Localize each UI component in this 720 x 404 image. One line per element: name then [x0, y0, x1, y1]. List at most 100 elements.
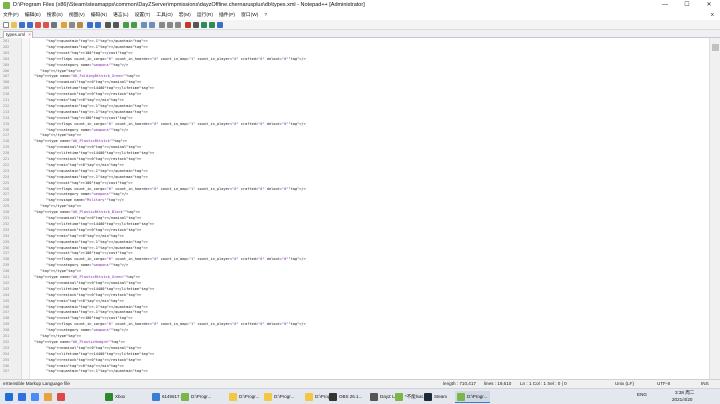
save-icon[interactable]: [19, 22, 25, 28]
sync-vertical-icon[interactable]: [141, 22, 147, 28]
line-number: 230: [3, 210, 10, 215]
taskbar-item[interactable]: Steam: [422, 391, 454, 403]
code-line: "tag"></type"tag">>: [40, 334, 82, 338]
taskbar-item[interactable]: D:\Progr...: [262, 391, 302, 403]
vertical-scrollbar[interactable]: [709, 38, 720, 379]
code-line: "tag"><quantmax"tag">>-1"tag"></quantmax…: [46, 310, 148, 315]
find-icon[interactable]: [105, 22, 111, 28]
taskbar-app-icon: [44, 393, 52, 401]
cut-icon[interactable]: [61, 22, 67, 28]
minimize-button[interactable]: —: [654, 0, 676, 11]
save-macro-icon[interactable]: [217, 22, 223, 28]
line-number: 202: [3, 44, 10, 49]
taskbar-item[interactable]: D:\Progr...: [227, 391, 261, 403]
close-all-icon[interactable]: [43, 22, 49, 28]
print-icon[interactable]: [51, 22, 57, 28]
stop-macro-icon[interactable]: [193, 22, 199, 28]
record-macro-icon[interactable]: [185, 22, 191, 28]
menu-search[interactable]: 搜索(S): [44, 11, 66, 20]
taskbar-item-label: D:\Progr...: [191, 394, 212, 399]
line-number: 242: [3, 280, 10, 285]
menu-window[interactable]: 窗口(W): [238, 11, 261, 20]
menu-plugins[interactable]: 插件(P): [216, 11, 238, 20]
close-button[interactable]: ✕: [698, 0, 720, 11]
open-file-icon[interactable]: [11, 22, 17, 28]
taskbar-item[interactable]: [55, 391, 67, 403]
tab-label: types.xml: [6, 32, 26, 37]
code-line: "tag"></type"tag">>: [40, 269, 82, 274]
maximize-button[interactable]: ☐: [676, 0, 698, 11]
code-line: "tag"><category name="weapons""tag">/>: [46, 127, 129, 132]
fold-margin[interactable]: [22, 38, 30, 379]
menu-run[interactable]: 运行(R): [194, 11, 216, 20]
sync-horizontal-icon[interactable]: [149, 22, 155, 28]
zoom-in-icon[interactable]: [123, 22, 129, 28]
code-line: "tag"><flags count_in_cargo="0" count_in…: [46, 121, 306, 126]
taskbar-item[interactable]: OBS 26.1...: [327, 391, 367, 403]
taskbar-item[interactable]: D:\Progr...: [303, 391, 335, 403]
tray-language[interactable]: ENG: [637, 392, 647, 397]
line-number: 216: [3, 127, 10, 132]
line-number: 220: [3, 151, 10, 156]
indent-guide-icon[interactable]: [175, 22, 181, 28]
menu-tools[interactable]: 工具(O): [153, 11, 176, 20]
code-line: "tag"><min"tag">>0"tag"></min"tag">>: [46, 162, 124, 167]
line-number: 222: [3, 162, 10, 167]
menu-encoding[interactable]: 编码(N): [88, 11, 110, 20]
word-wrap-icon[interactable]: [159, 22, 165, 28]
taskbar-item-label: D:\Progr...: [239, 394, 260, 399]
menu-macro[interactable]: 宏(M): [176, 11, 194, 20]
code-line: "tag"><restock"tag">>0"tag"></restock"ta…: [46, 157, 142, 161]
run-macro-multiple-icon[interactable]: [209, 22, 215, 28]
code-line: "tag"></type"tag">>: [40, 204, 82, 209]
paste-icon[interactable]: [77, 22, 83, 28]
code-line: "tag"><min"tag">>0"tag"></min"tag">>: [46, 98, 124, 102]
tray-time[interactable]: 3:38 周二: [675, 390, 694, 396]
code-line: "tag"><nominal"tag">>0"tag"></nominal"ta…: [46, 345, 142, 350]
menu-help[interactable]: ?: [261, 11, 270, 20]
menu-close-document-button[interactable]: X: [708, 11, 717, 20]
show-all-characters-icon[interactable]: [167, 22, 173, 28]
code-editor[interactable]: 201 202 203 204 205 206 207 208 209 210 211 212 213 2…: [0, 38, 720, 379]
scrollbar-thumb[interactable]: [712, 44, 719, 51]
taskbar-app-icon: [264, 393, 272, 401]
code-text-area[interactable]: "tag"><quantmin"tag">>-1"tag"></quantmin…: [31, 38, 709, 379]
line-number: 252: [3, 339, 10, 344]
line-number: 236: [3, 245, 10, 250]
menu-language[interactable]: 语言(L): [110, 11, 131, 20]
close-file-icon[interactable]: [35, 22, 41, 28]
play-macro-icon[interactable]: [201, 22, 207, 28]
zoom-out-icon[interactable]: [131, 22, 137, 28]
code-line: "tag"><lifetime"tag">>14400"tag"></lifet…: [46, 151, 155, 156]
tab-types-xml[interactable]: types.xml ×: [3, 31, 33, 38]
code-line: "tag"><flags count_in_cargo="0" count_in…: [46, 56, 306, 61]
windows-taskbar: ENG 3:38 周二 2021/4/20 Xbox 6145517... D:\P…: [0, 388, 720, 404]
menu-edit[interactable]: 编辑(E): [22, 11, 44, 20]
code-line: "tag"><type name="AK_PlasticBttstck_Blac…: [34, 210, 141, 215]
replace-icon[interactable]: [113, 22, 119, 28]
line-number: 254: [3, 351, 10, 356]
taskbar-item[interactable]: D:\Progr...: [455, 391, 490, 403]
taskbar-item[interactable]: [3, 391, 15, 403]
line-number: 225: [3, 180, 10, 185]
new-file-icon[interactable]: [3, 22, 9, 28]
menu-view[interactable]: 视图(V): [66, 11, 88, 20]
taskbar-item[interactable]: D:\Progr...: [179, 391, 225, 403]
line-number: 253: [3, 345, 10, 350]
taskbar-item[interactable]: [29, 391, 41, 403]
line-number: 228: [3, 198, 10, 203]
save-all-icon[interactable]: [27, 22, 33, 28]
tray-date[interactable]: 2021/4/20: [672, 397, 692, 402]
taskbar-item[interactable]: DayZ Lau...: [368, 391, 403, 403]
undo-icon[interactable]: [87, 22, 93, 28]
taskbar-item[interactable]: Xbox: [103, 391, 149, 403]
redo-icon[interactable]: [95, 22, 101, 28]
taskbar-item[interactable]: [42, 391, 54, 403]
menu-settings[interactable]: 设置(T): [131, 11, 153, 20]
copy-icon[interactable]: [69, 22, 75, 28]
menu-file[interactable]: 文件(F): [0, 11, 22, 20]
taskbar-item[interactable]: [16, 391, 28, 403]
code-line: "tag"><nominal"tag">>0"tag"></nominal"ta…: [46, 280, 142, 285]
taskbar-item[interactable]: *不能lsat...: [393, 391, 427, 403]
taskbar-item[interactable]: 6145517...: [150, 391, 183, 403]
